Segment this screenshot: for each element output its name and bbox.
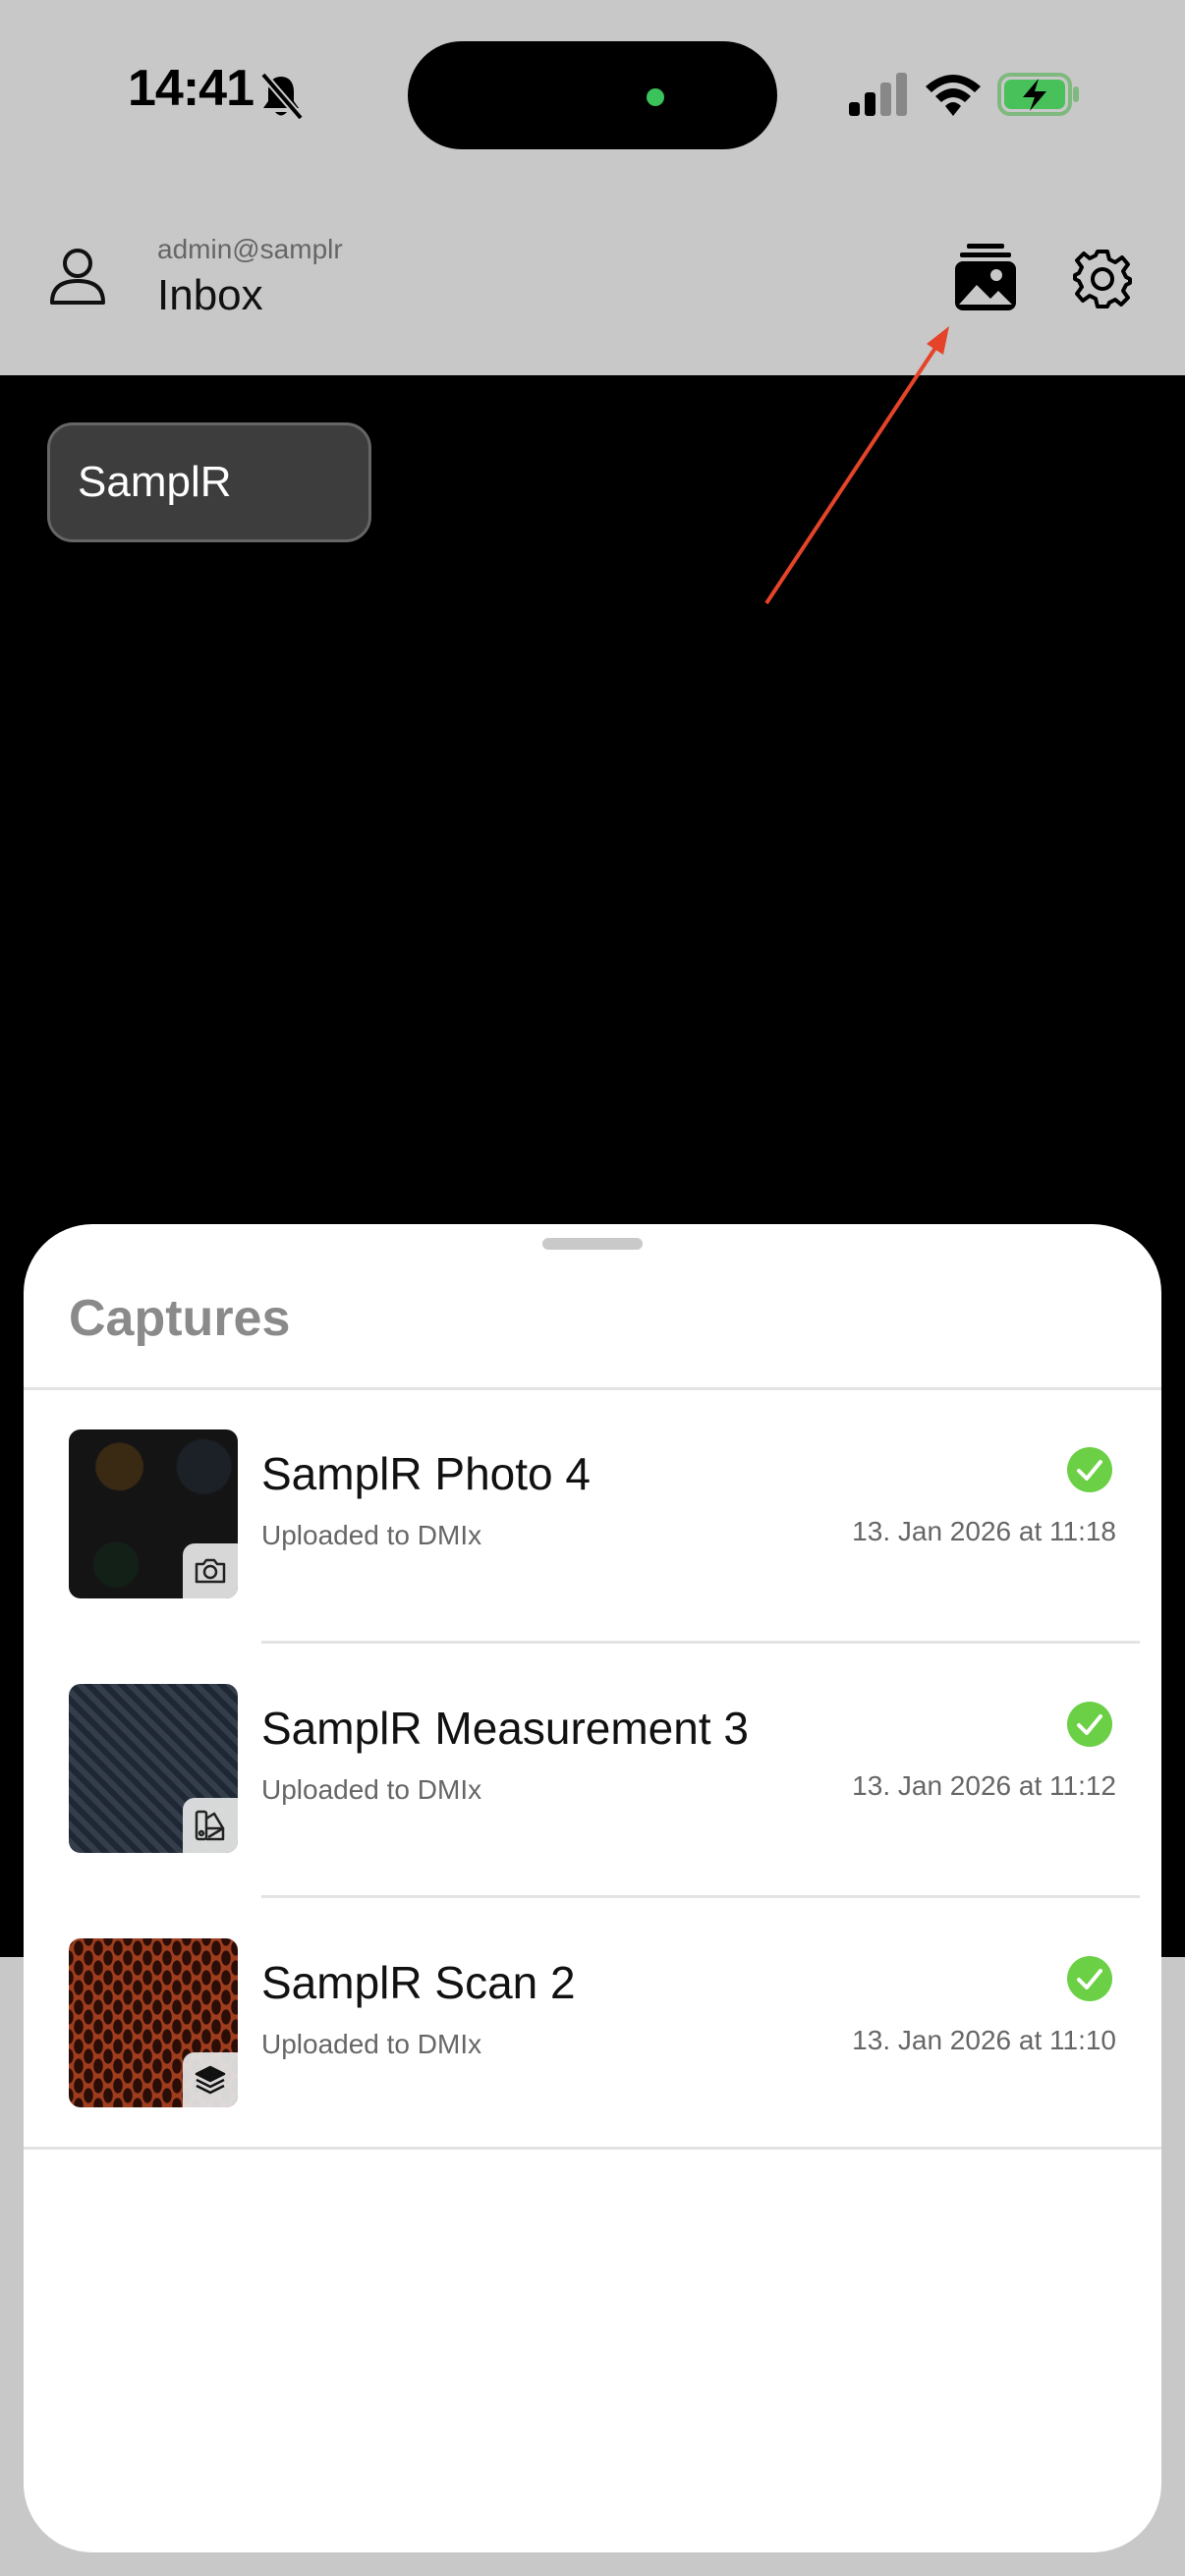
capture-date: 13. Jan 2026 at 11:12 (852, 1770, 1116, 1801)
sheet-grabber[interactable] (542, 1238, 643, 1250)
capture-row[interactable]: SamplR Photo 4 Uploaded to DMIx 13. Jan … (24, 1390, 1161, 1644)
status-time: 14:41 (128, 60, 254, 117)
capture-title: SamplR Scan 2 (261, 1957, 576, 2008)
capture-status: Uploaded to DMIx (261, 2029, 482, 2059)
capture-date: 13. Jan 2026 at 11:10 (852, 2025, 1116, 2055)
dynamic-island (408, 41, 777, 149)
account-label: admin@samplr (157, 234, 343, 264)
color-swatch-icon (183, 1798, 238, 1853)
sheet-title: Captures (69, 1290, 291, 1347)
gallery-icon[interactable] (953, 242, 1018, 312)
battery-charging-icon (997, 73, 1079, 116)
camera-icon (183, 1543, 238, 1598)
bell-slash-icon (259, 72, 305, 121)
layers-icon (183, 2052, 238, 2107)
capture-date: 13. Jan 2026 at 11:18 (852, 1516, 1116, 1546)
status-bar: 14:41 (0, 0, 1185, 187)
check-circle-icon (1067, 1956, 1112, 2001)
divider (24, 2147, 1161, 2150)
capture-title: SamplR Measurement 3 (261, 1703, 749, 1754)
capture-thumbnail (69, 1429, 238, 1598)
camera-indicator-dot (647, 88, 664, 106)
check-circle-icon (1067, 1447, 1112, 1492)
source-selector-button[interactable]: SamplR (47, 422, 371, 542)
user-icon[interactable] (47, 246, 108, 307)
page-title: Inbox (157, 271, 263, 319)
capture-row[interactable]: SamplR Scan 2 Uploaded to DMIx 13. Jan 2… (24, 1899, 1161, 2153)
capture-thumbnail (69, 1684, 238, 1853)
wifi-icon (926, 75, 981, 116)
capture-thumbnail (69, 1938, 238, 2107)
captures-sheet[interactable]: Captures SamplR Photo 4 Uploaded to DMIx… (24, 1224, 1161, 2552)
divider (261, 1895, 1140, 1898)
check-circle-icon (1067, 1702, 1112, 1747)
divider (261, 1641, 1140, 1644)
capture-status: Uploaded to DMIx (261, 1774, 482, 1805)
capture-status: Uploaded to DMIx (261, 1520, 482, 1550)
capture-row[interactable]: SamplR Measurement 3 Uploaded to DMIx 13… (24, 1645, 1161, 1898)
capture-title: SamplR Photo 4 (261, 1448, 591, 1499)
gear-icon[interactable] (1071, 248, 1134, 310)
cellular-signal-icon (849, 73, 907, 116)
